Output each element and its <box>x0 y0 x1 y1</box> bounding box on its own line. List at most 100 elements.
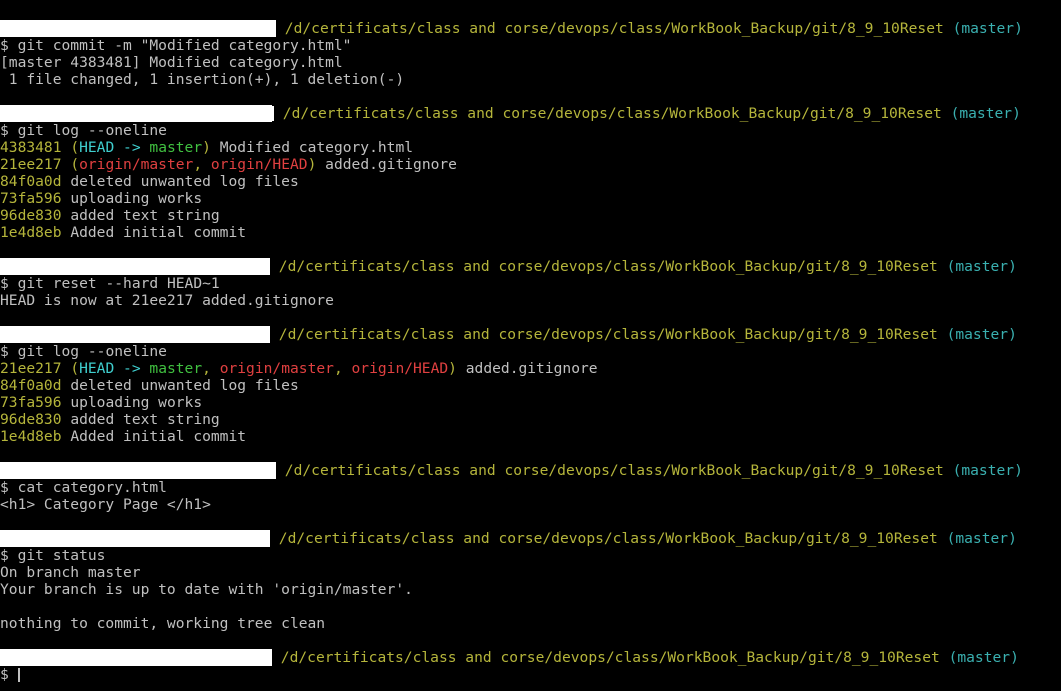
prompt-branch: (master) <box>950 105 1021 122</box>
command-text: git status <box>17 547 106 564</box>
commit-message: Added initial commit <box>70 224 247 241</box>
commit-message: added text string <box>70 207 220 224</box>
prompt-symbol: $ <box>0 547 9 564</box>
log-entry: 73fa596 uploading works <box>0 190 1061 207</box>
log-entry: 84f0a0d deleted unwanted log files <box>0 377 1061 394</box>
prompt-symbol: $ <box>0 37 9 54</box>
commit-hash: 96de830 <box>0 411 62 428</box>
command-line: $ cat category.html <box>0 479 1061 496</box>
commit-hash: 96de830 <box>0 207 62 224</box>
head-ref: HEAD -> <box>79 139 150 156</box>
command-line: $ git reset --hard HEAD~1 <box>0 275 1061 292</box>
prompt-branch: (master) <box>946 258 1017 275</box>
command-text: git log --oneline <box>17 343 167 360</box>
command-line: $ git log --oneline <box>0 343 1061 360</box>
prompt-header: /d/certificats/class and corse/devops/cl… <box>0 649 1061 666</box>
prompt-path: /d/certificats/class and corse/devops/cl… <box>280 649 940 666</box>
log-entry: 21ee217 (HEAD -> master, origin/master, … <box>0 360 598 377</box>
commit-message: added text string <box>70 411 220 428</box>
prompt-symbol: $ <box>0 479 9 496</box>
prompt-path: /d/certificats/class and corse/devops/cl… <box>278 530 938 547</box>
commit-message: uploading works <box>70 190 203 207</box>
log-entry: 21ee217 (origin/master, origin/HEAD) add… <box>0 156 457 173</box>
terminal-window[interactable]: { "prompt": { "path": "/d/certificats/cl… <box>0 0 1061 691</box>
commit-hash: 1e4d8eb <box>0 224 62 241</box>
commit-message: added.gitignore <box>465 360 598 377</box>
prompt-header: /d/certificats/class and corse/devops/cl… <box>0 20 1061 37</box>
prompt-header: /d/certificats/class and corse/devops/cl… <box>0 530 1061 547</box>
output-line: HEAD is now at 21ee217 added.gitignore <box>0 292 334 309</box>
commit-message: Added initial commit <box>70 428 247 445</box>
commit-hash: 84f0a0d <box>0 173 62 190</box>
prompt-symbol: $ <box>0 122 9 139</box>
log-entry: 73fa596 uploading works <box>0 394 1061 411</box>
command-text: git reset --hard HEAD~1 <box>17 275 220 292</box>
prompt-path: /d/certificats/class and corse/devops/cl… <box>284 20 944 37</box>
command-text: cat category.html <box>17 479 167 496</box>
active-command-line[interactable]: $ <box>0 666 1061 683</box>
prompt-symbol: $ <box>0 275 9 292</box>
log-entry: 84f0a0d deleted unwanted log files <box>0 173 1061 190</box>
commit-message: deleted unwanted log files <box>70 377 299 394</box>
log-entry: 1e4d8eb Added initial commit <box>0 428 1061 445</box>
prompt-branch: (master) <box>952 20 1023 37</box>
log-entry: 96de830 added text string <box>0 207 1061 224</box>
head-ref: HEAD -> <box>79 360 150 377</box>
output-line: 1 file changed, 1 insertion(+), 1 deleti… <box>0 71 405 88</box>
remote-branch-ref: origin/master <box>79 156 194 173</box>
output-line: <h1> Category Page </h1> <box>0 496 211 513</box>
output-line: nothing to commit, working tree clean <box>0 615 326 632</box>
output-line: Your branch is up to date with 'origin/m… <box>0 581 413 598</box>
commit-hash: 73fa596 <box>0 394 62 411</box>
redacted-user-host <box>0 20 276 37</box>
command-line: $ git status <box>0 547 1061 564</box>
commit-message: uploading works <box>70 394 203 411</box>
commit-hash: 21ee217 <box>0 360 62 377</box>
redacted-user-host <box>0 105 272 122</box>
redacted-user-host <box>0 258 270 275</box>
redacted-user-host <box>0 326 270 343</box>
remote-head-ref: origin/HEAD <box>351 360 449 377</box>
redacted-user-host <box>0 649 272 666</box>
command-line: $ git commit -m "Modified category.html" <box>0 37 1061 54</box>
commit-hash: 4383481 <box>0 139 62 156</box>
prompt-path: /d/certificats/class and corse/devops/cl… <box>282 105 942 122</box>
prompt-header: /d/certificats/class and corse/devops/cl… <box>0 462 1061 479</box>
output-line: [master 4383481] Modified category.html <box>0 54 343 71</box>
log-entry: 96de830 added text string <box>0 411 1061 428</box>
redacted-user-host <box>0 462 276 479</box>
commit-message: deleted unwanted log files <box>70 173 299 190</box>
prompt-path: /d/certificats/class and corse/devops/cl… <box>278 258 938 275</box>
prompt-header: /d/certificats/class and corse/devops/cl… <box>0 105 1061 122</box>
redacted-user-host <box>0 530 270 547</box>
prompt-path: /d/certificats/class and corse/devops/cl… <box>284 462 944 479</box>
prompt-branch: (master) <box>952 462 1023 479</box>
remote-head-ref: origin/HEAD <box>210 156 308 173</box>
prompt-symbol: $ <box>0 666 9 683</box>
local-branch-ref: master <box>149 139 203 156</box>
command-text: git log --oneline <box>17 122 167 139</box>
prompt-header: /d/certificats/class and corse/devops/cl… <box>0 258 1061 275</box>
terminal-output: /d/certificats/class and corse/devops/cl… <box>0 20 1061 683</box>
commit-hash: 21ee217 <box>0 156 62 173</box>
command-line: $ git log --oneline <box>0 122 1061 139</box>
commit-hash: 73fa596 <box>0 190 62 207</box>
local-branch-ref: master <box>149 360 203 377</box>
log-entry: 1e4d8eb Added initial commit <box>0 224 1061 241</box>
prompt-branch: (master) <box>948 649 1019 666</box>
output-line: On branch master <box>0 564 141 581</box>
prompt-branch: (master) <box>946 326 1017 343</box>
commit-hash: 84f0a0d <box>0 377 62 394</box>
text-cursor[interactable] <box>17 668 20 682</box>
commit-message: added.gitignore <box>325 156 457 173</box>
prompt-symbol: $ <box>0 343 9 360</box>
command-text: git commit -m "Modified category.html" <box>17 37 352 54</box>
prompt-header: /d/certificats/class and corse/devops/cl… <box>0 326 1061 343</box>
log-entry: 4383481 (HEAD -> master) Modified catego… <box>0 139 414 156</box>
